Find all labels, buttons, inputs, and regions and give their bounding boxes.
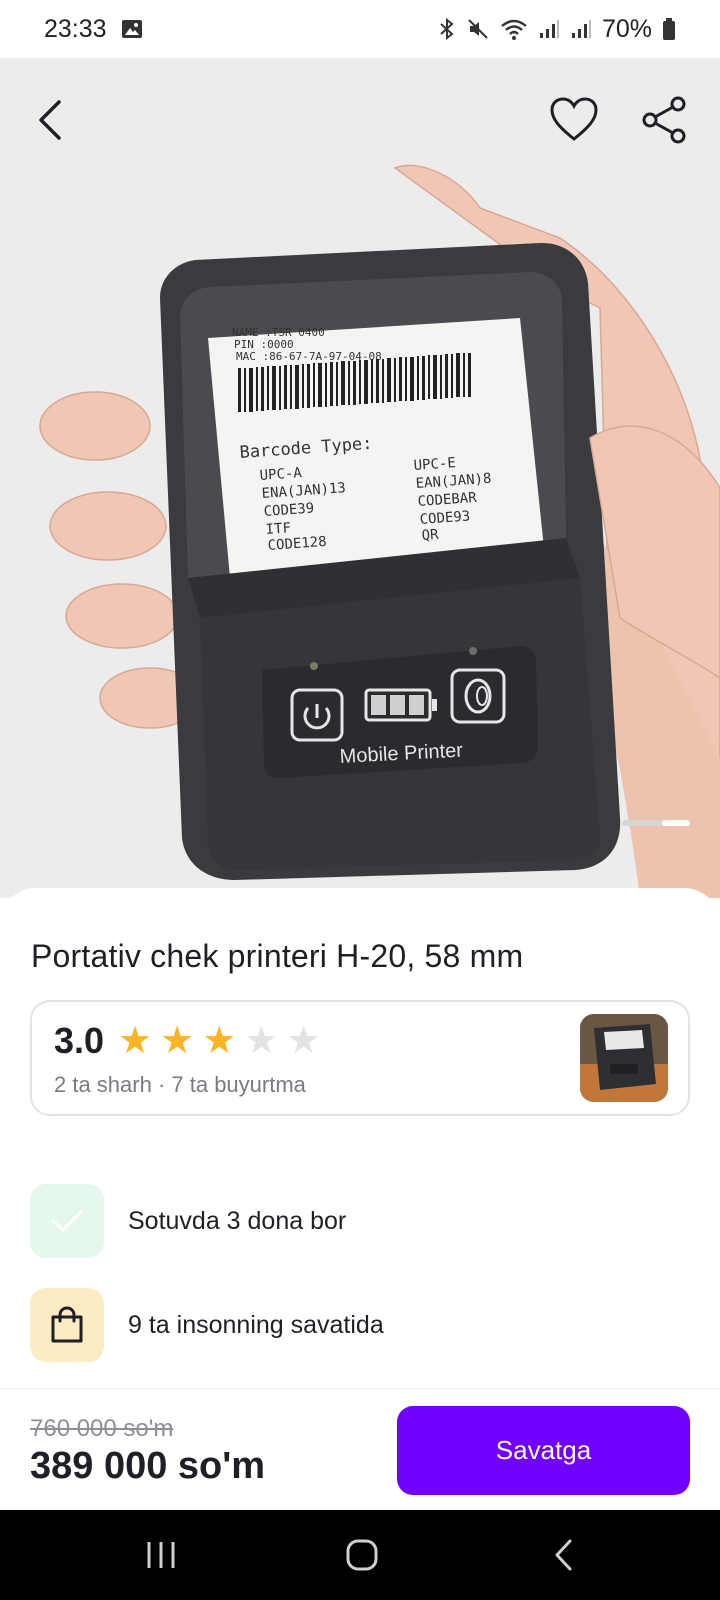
gallery-icon: [121, 18, 143, 40]
rating-meta: 2 ta sharh · 7 ta buyurtma: [54, 1072, 306, 1097]
stock-badge: [30, 1184, 104, 1258]
star-icon: ★: [118, 1020, 153, 1062]
status-time: 23:33: [44, 14, 107, 43]
mute-icon: [466, 17, 490, 41]
old-price: 760 000 so'm: [30, 1415, 174, 1442]
product-title: Portativ chek printeri H-20, 58 mm: [31, 938, 524, 974]
favorite-button[interactable]: [542, 88, 606, 152]
cart-count-badge: [30, 1288, 104, 1362]
wifi-icon: [500, 17, 528, 41]
share-button[interactable]: [632, 88, 696, 152]
battery-icon: [662, 17, 676, 41]
bluetooth-icon: [438, 17, 456, 41]
status-bar: 23:33 70%: [0, 0, 720, 58]
product-details-sheet: Portativ chek printeri H-20, 58 mm 3.0 ★…: [0, 888, 720, 1388]
battery-percent: 70%: [601, 14, 652, 43]
recent-apps-icon: [147, 1542, 175, 1568]
share-icon: [642, 96, 686, 144]
shopping-bag-icon: [51, 1306, 83, 1343]
paper-left-1: UPC-A: [259, 465, 303, 484]
paper-right-5: QR: [421, 527, 440, 544]
rating-card[interactable]: 3.0 ★ ★ ★ ★ ★ 2 ta sharh · 7 ta buyurtma: [30, 1000, 690, 1116]
product-photo: NAME :TSR 0400 PIN :0000 MAC :86-67-7A-9…: [0, 58, 720, 898]
gallery-pager-active: [662, 820, 690, 826]
star-icon: ★: [160, 1020, 195, 1062]
stock-info-row: Sotuvda 3 dona bor: [30, 1184, 346, 1258]
cart-count-text: 9 ta insonning savatida: [128, 1310, 384, 1339]
add-to-cart-button[interactable]: Savatga: [397, 1406, 690, 1495]
system-back-button[interactable]: [534, 1530, 594, 1580]
star-empty-icon: ★: [286, 1020, 321, 1062]
signal-icon: [538, 18, 560, 40]
back-arrow-icon: [39, 100, 61, 140]
heart-icon: [550, 97, 598, 141]
back-button[interactable]: [18, 88, 82, 152]
status-right: 70%: [438, 15, 676, 44]
recent-apps-button[interactable]: [131, 1530, 191, 1580]
purchase-bar: 760 000 so'm 389 000 so'm Savatga: [0, 1388, 720, 1510]
home-button[interactable]: [332, 1530, 392, 1580]
cart-count-info-row: 9 ta insonning savatida: [30, 1288, 384, 1362]
system-back-icon: [555, 1539, 572, 1571]
review-photo: [580, 1014, 668, 1102]
status-left: 23:33: [44, 15, 143, 44]
paper-left-4: ITF: [265, 520, 291, 538]
rating-value: 3.0: [54, 1020, 105, 1061]
product-image-gallery[interactable]: NAME :TSR 0400 PIN :0000 MAC :86-67-7A-9…: [0, 58, 720, 898]
review-photo-thumbnail[interactable]: [580, 1014, 668, 1102]
paper-right-1: UPC-E: [413, 455, 456, 474]
signal-icon: [570, 18, 592, 40]
stock-text: Sotuvda 3 dona bor: [128, 1206, 347, 1235]
gallery-pager: [622, 820, 690, 826]
star-empty-icon: ★: [244, 1020, 279, 1062]
check-icon: [51, 1210, 83, 1232]
home-icon: [346, 1539, 378, 1571]
star-icon: ★: [202, 1020, 237, 1062]
system-navigation-bar: [0, 1510, 720, 1600]
current-price: 389 000 so'm: [30, 1445, 266, 1487]
rating-row: 3.0 ★ ★ ★ ★ ★: [54, 1020, 320, 1062]
